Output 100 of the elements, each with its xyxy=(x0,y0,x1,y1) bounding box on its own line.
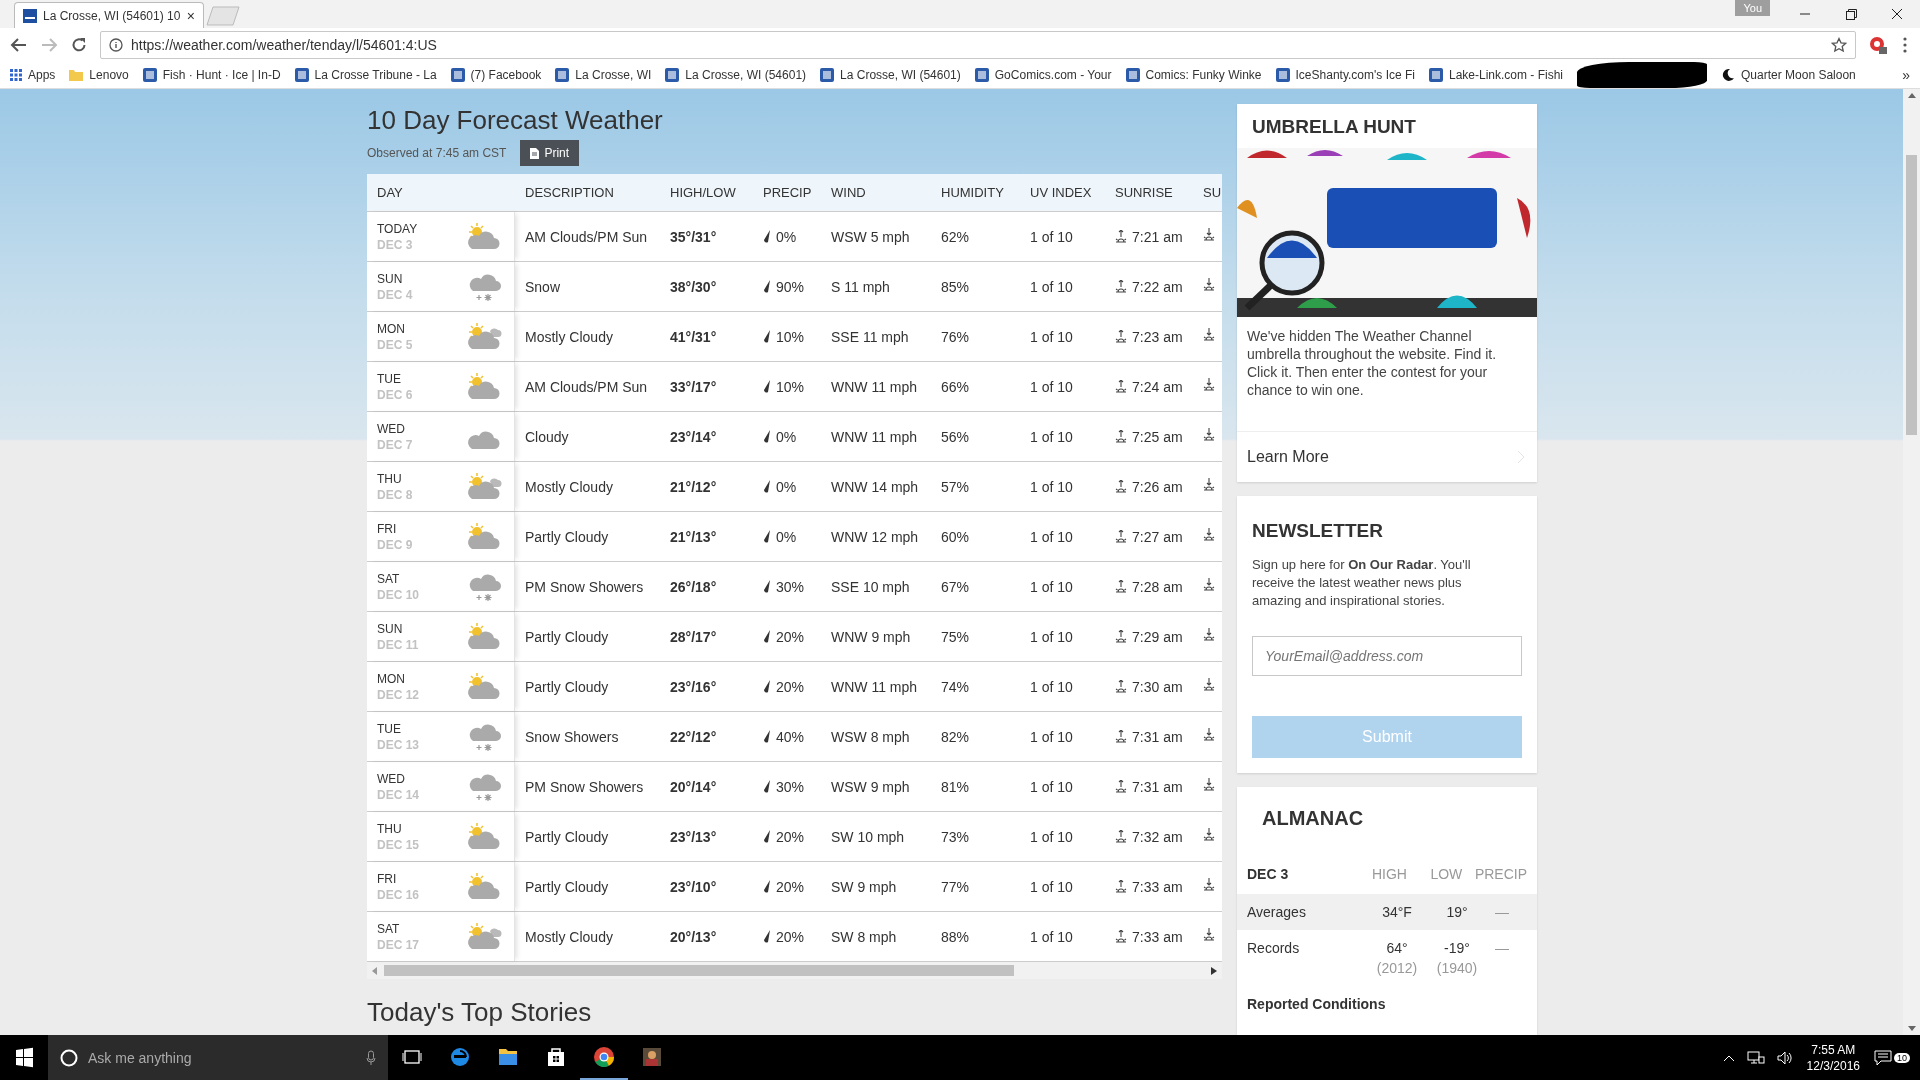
description-text: Cloudy xyxy=(524,428,570,445)
favicon-icon xyxy=(1125,68,1140,82)
day-date: DEC 5 xyxy=(377,337,413,352)
print-button[interactable]: Print xyxy=(520,140,580,166)
clock-time[interactable]: 7:55 AM xyxy=(1811,1041,1856,1058)
precip-text: 90% xyxy=(776,278,805,295)
precip-text: 40% xyxy=(776,728,805,745)
scroll-thumb[interactable] xyxy=(384,965,1014,976)
column-header[interactable]: PRECIP xyxy=(753,185,821,200)
raindrop-icon xyxy=(763,480,771,493)
sunset-icon xyxy=(1203,928,1215,942)
day-name: WED xyxy=(377,421,406,436)
horizontal-scrollbar[interactable] xyxy=(367,962,1222,979)
browser-tab[interactable]: La Crosse, WI (54601) 10 × xyxy=(14,2,204,28)
bookmark-item[interactable]: La Crosse, WI (54601) xyxy=(665,68,807,82)
temperature-text: 23°/13° xyxy=(669,828,718,845)
sunrise-icon xyxy=(1115,879,1127,894)
description-text: AM Clouds/PM Sun xyxy=(524,378,649,395)
bookmark-item[interactable]: Apps xyxy=(10,68,56,82)
humidity-text: 57% xyxy=(940,478,971,495)
humidity-text: 82% xyxy=(940,728,971,745)
scroll-up-icon[interactable] xyxy=(1907,93,1916,99)
star-icon[interactable] xyxy=(1831,37,1847,53)
sunset-icon xyxy=(1203,278,1215,292)
column-header[interactable]: HIGH/LOW xyxy=(660,185,753,200)
volume-icon[interactable] xyxy=(1776,1050,1793,1065)
scroll-right-icon[interactable] xyxy=(1211,966,1217,975)
bookmark-item[interactable]: Fish · Hunt · Ice | In-D xyxy=(142,68,281,82)
description-text: PM Snow Showers xyxy=(524,578,645,595)
cortana-circle-icon xyxy=(60,1048,78,1067)
back-icon[interactable] xyxy=(10,36,28,54)
sunset-icon xyxy=(1203,378,1215,392)
bookmark-item[interactable]: La Crosse, WI xyxy=(555,68,652,82)
address-bar[interactable]: https://weather.com/weather/tenday/l/54601:4:US xyxy=(100,31,1856,59)
column-header: PRECIP xyxy=(1474,866,1527,882)
description-text: Mostly Cloudy xyxy=(524,928,614,945)
more-bookmarks-button[interactable]: » xyxy=(1902,67,1910,83)
apps-grid-icon xyxy=(10,69,22,81)
almanac-date: DEC 3 xyxy=(1247,866,1290,882)
reload-icon[interactable] xyxy=(70,36,88,54)
column-header[interactable]: WIND xyxy=(821,185,931,200)
bookmark-item[interactable]: La Crosse Tribune - La xyxy=(294,68,437,82)
sunrise-time: 7:25 am xyxy=(1132,428,1183,445)
humidity-text: 77% xyxy=(940,878,971,895)
clock-date[interactable]: 12/3/2016 xyxy=(1806,1057,1860,1074)
raindrop-icon xyxy=(763,930,771,943)
chevron-up-icon[interactable] xyxy=(1722,1053,1735,1062)
bookmark-item[interactable]: Quarter Moon Saloon xyxy=(1721,68,1856,82)
day-date: DEC 10 xyxy=(377,587,420,602)
uv-index-text: 1 of 10 xyxy=(1029,678,1074,695)
day-name: SUN xyxy=(377,621,404,636)
uv-index-text: 1 of 10 xyxy=(1029,728,1074,745)
uv-index-text: 1 of 10 xyxy=(1029,428,1074,445)
uv-index-text: 1 of 10 xyxy=(1029,578,1074,595)
column-header[interactable]: UV INDEX xyxy=(1020,185,1105,200)
day-name: SUN xyxy=(377,271,404,286)
high-value: 64° xyxy=(1386,940,1408,956)
document-icon xyxy=(530,147,540,159)
wind-text: WNW 14 mph xyxy=(830,478,920,495)
bookmark-item[interactable]: GoComics.com - Your xyxy=(974,68,1112,82)
precip-text: 30% xyxy=(776,578,805,595)
bookmark-item[interactable]: Comics: Funky Winke xyxy=(1125,68,1262,82)
email-field[interactable]: YourEmail@address.com xyxy=(1252,636,1522,676)
humidity-text: 75% xyxy=(940,628,971,645)
temperature-text: 41°/31° xyxy=(669,328,718,345)
bookmark-item[interactable]: IceShanty.com's Ice Fi xyxy=(1275,68,1415,82)
column-header[interactable]: SUNRISE xyxy=(1105,185,1193,200)
scroll-thumb[interactable] xyxy=(1906,155,1917,435)
notification-icon[interactable] xyxy=(1874,1049,1892,1066)
column-header[interactable]: DAY xyxy=(367,185,515,200)
bookmark-item[interactable]: Lake-Link.com - Fishi xyxy=(1429,68,1564,82)
network-icon[interactable] xyxy=(1746,1050,1765,1065)
scroll-down-icon[interactable] xyxy=(1907,1025,1916,1031)
temperature-text: 23°/14° xyxy=(669,428,718,445)
vertical-scrollbar[interactable] xyxy=(1903,89,1920,1035)
wind-text: WNW 11 mph xyxy=(830,428,919,445)
day-date: DEC 8 xyxy=(377,487,413,502)
description-text: Partly Cloudy xyxy=(524,678,610,695)
search-field[interactable]: Ask me anything xyxy=(48,1035,388,1080)
description-text: Snow xyxy=(524,278,562,295)
column-header[interactable]: DESCRIPTION xyxy=(515,185,660,200)
raindrop-icon xyxy=(763,680,771,693)
bookmark-item[interactable]: La Crosse, WI (54601) xyxy=(820,68,961,82)
sunset-icon xyxy=(1203,828,1215,842)
sunrise-time: 7:24 am xyxy=(1132,378,1183,395)
extension-icon[interactable] xyxy=(1868,35,1888,55)
column-header[interactable]: HUMIDITY xyxy=(931,185,1020,200)
close-tab-button[interactable]: × xyxy=(186,7,195,24)
temperature-text: 33°/17° xyxy=(669,378,718,395)
bookmark-item[interactable]: (7) Facebook xyxy=(450,68,542,82)
microphone-icon[interactable] xyxy=(366,1049,376,1066)
temperature-text: 21°/13° xyxy=(669,528,718,545)
favicon-icon xyxy=(450,68,465,82)
column-header[interactable]: SU xyxy=(1193,185,1222,200)
favicon-icon xyxy=(294,68,309,82)
low-value: 19° xyxy=(1446,904,1468,920)
learn-more-link[interactable]: Learn More xyxy=(1237,431,1537,482)
bookmark-item[interactable]: Lenovo xyxy=(69,68,129,82)
day-name: SAT xyxy=(377,571,401,586)
sunrise-time: 7:30 am xyxy=(1132,678,1183,695)
